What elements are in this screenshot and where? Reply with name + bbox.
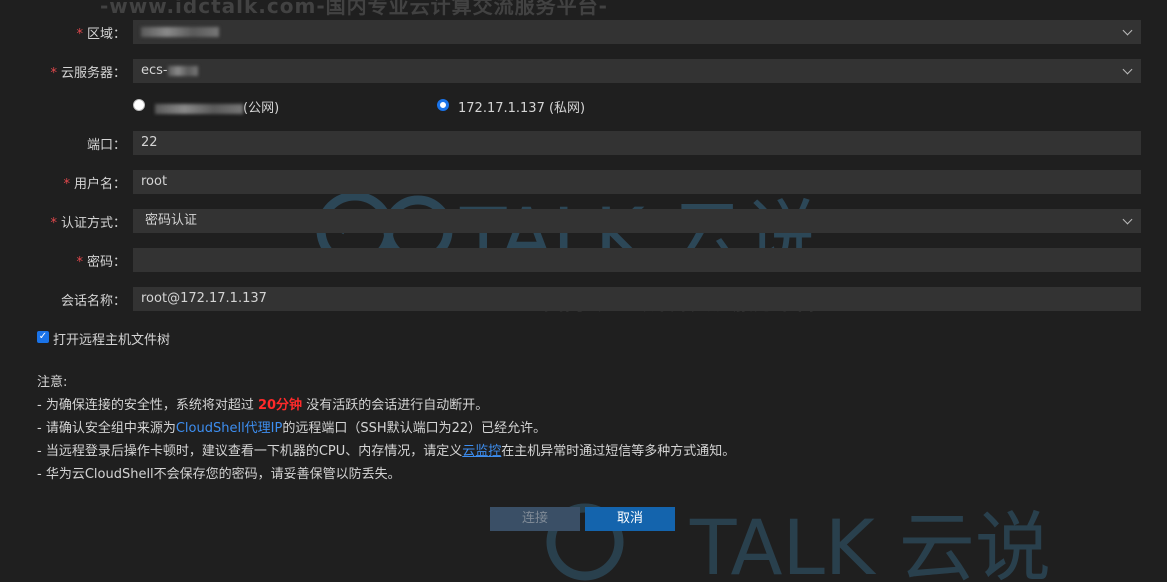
region-label: * 区域： (76, 27, 126, 42)
port-label: 端口： (86, 138, 126, 153)
ip-private-label: 172.17.1.137 (私网) (458, 101, 586, 116)
watermark-site-text: -www.idctalk.com-国内专业云计算交流服务平台- (100, 0, 608, 18)
file-tree-checkbox[interactable]: ✓ (37, 331, 49, 343)
server-row: * 云服务器： ecs- (0, 59, 1167, 83)
connect-button[interactable]: 连接 (490, 507, 580, 531)
redacted-value (141, 26, 219, 37)
ip-public-label: (公网) (155, 97, 279, 116)
note-highlight: 20分钟 (257, 398, 303, 413)
port-row: 端口： 22 (0, 131, 1167, 155)
session-name-input[interactable]: root@172.17.1.137 (133, 287, 1141, 311)
cloudshell-proxy-ip-link[interactable]: CloudShell代理IP (176, 421, 283, 436)
region-row: * 区域： (0, 20, 1167, 44)
notes-title: 注意: (37, 375, 68, 390)
cloud-monitor-link[interactable]: 云监控 (462, 444, 501, 459)
auth-method-select[interactable]: 密码认证 (133, 209, 1141, 233)
watermark-logo-text-2: TALK 云说 (689, 503, 1051, 582)
auth-method-label: * 认证方式： (50, 216, 126, 231)
server-label: * 云服务器： (50, 66, 126, 81)
ip-radio-row: (公网) 172.17.1.137 (私网) (0, 96, 1167, 120)
cancel-button[interactable]: 取消 (585, 507, 675, 531)
ip-public-radio[interactable] (133, 99, 145, 111)
username-label: * 用户名： (63, 177, 126, 192)
session-name-label: 会话名称： (60, 294, 126, 309)
password-label: * 密码： (76, 255, 126, 270)
redacted-value (167, 65, 198, 76)
note-line-3: - 当远程登录后操作卡顿时，建议查看一下机器的CPU、内存情况，请定义云监控在主… (37, 444, 736, 459)
note-line-1: - 为确保连接的安全性，系统将对超过 20分钟 没有活跃的会话进行自动断开。 (37, 398, 489, 413)
region-select[interactable] (133, 20, 1141, 44)
file-tree-label: 打开远程主机文件树 (53, 333, 171, 348)
ip-private-radio[interactable] (437, 99, 449, 111)
port-input[interactable]: 22 (133, 131, 1141, 155)
password-input[interactable] (133, 248, 1141, 272)
redacted-value (155, 103, 243, 114)
note-line-4: - 华为云CloudShell不会保存您的密码，请妥善保管以防丢失。 (37, 467, 401, 482)
password-row: * 密码： (0, 248, 1167, 272)
watermark-logo-2: TALK 云说 (546, 503, 1051, 582)
server-select[interactable]: ecs- (133, 59, 1141, 83)
auth-method-row: * 认证方式： 密码认证 (0, 209, 1167, 233)
session-name-row: 会话名称： root@172.17.1.137 (0, 287, 1167, 311)
username-input[interactable]: root (133, 170, 1141, 194)
note-line-2: - 请确认安全组中来源为CloudShell代理IP的远程端口（SSH默认端口为… (37, 421, 547, 436)
notes-block: 注意: - 为确保连接的安全性，系统将对超过 20分钟 没有活跃的会话进行自动断… (37, 371, 735, 486)
username-row: * 用户名： root (0, 170, 1167, 194)
